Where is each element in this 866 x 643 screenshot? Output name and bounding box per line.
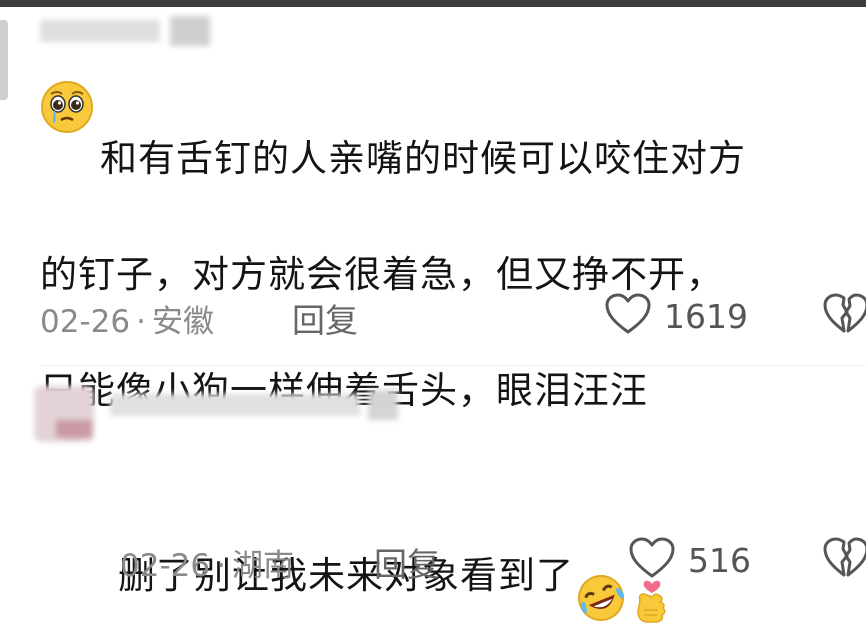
comment-1-like-button[interactable]: 1619	[604, 292, 748, 340]
comment-2-location: 湖南	[231, 548, 294, 584]
comment-1-line-1: 和有舌钉的人亲嘴的时候可以咬住对方	[100, 137, 746, 180]
broken-heart-icon	[822, 537, 866, 584]
comment-1-username-blurred	[40, 14, 240, 54]
comment-1-like-count: 1619	[664, 296, 748, 336]
comment-1-dislike-button[interactable]	[822, 292, 866, 340]
comment-2-reply-button[interactable]: 回复	[374, 538, 440, 586]
comment-1-meta: 02-26 · 安徽	[40, 296, 214, 341]
comment-2-like-count: 516	[688, 540, 751, 580]
heart-outline-icon	[628, 536, 676, 584]
status-bar	[0, 0, 866, 7]
heart-outline-icon	[604, 292, 652, 340]
comment-2-avatar-blurred	[34, 386, 104, 446]
comment-2-meta: 02-26 · 湖南	[120, 540, 294, 585]
comment-2-like-button[interactable]: 516	[628, 536, 751, 584]
comment-1-date: 02-26	[40, 304, 131, 340]
meta-separator: ·	[136, 304, 146, 340]
comment-2-username-blurred	[110, 390, 410, 420]
comment-2-dislike-button[interactable]	[822, 536, 866, 584]
comment-divider	[40, 365, 866, 366]
rolling-laughing-face-icon	[576, 515, 626, 640]
scroll-edge	[0, 20, 8, 100]
comment-1-reply-button[interactable]: 回复	[292, 294, 358, 342]
comment-1-location: 安徽	[151, 304, 214, 340]
broken-heart-icon	[822, 293, 866, 340]
comment-2-date: 02-26	[120, 548, 211, 584]
meta-separator: ·	[216, 548, 226, 584]
